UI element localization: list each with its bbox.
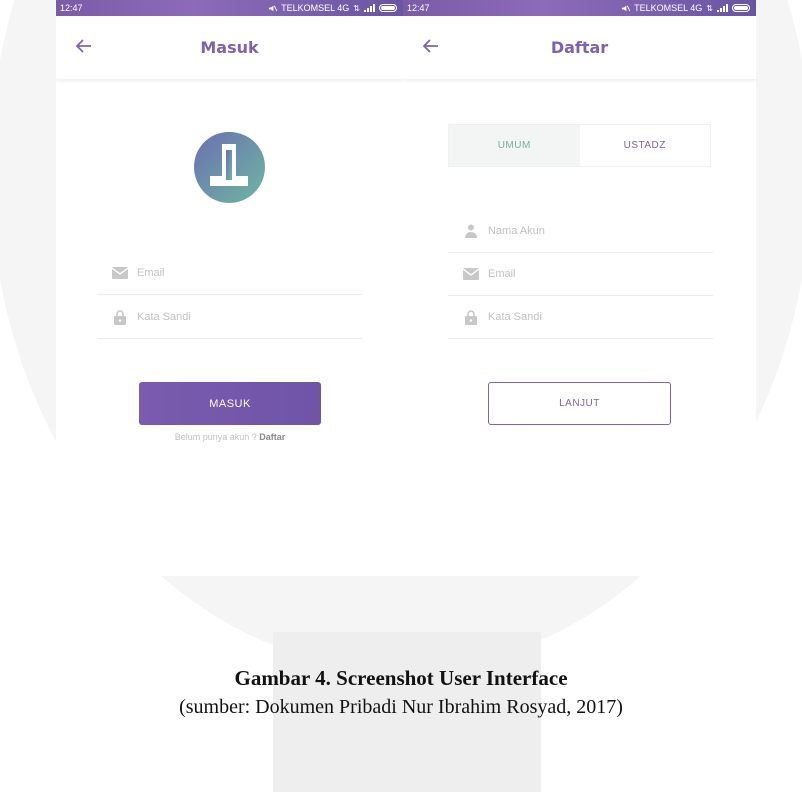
battery-icon — [732, 4, 750, 12]
figure-caption-source: (sumber: Dokumen Pribadi Nur Ibrahim Ros… — [179, 696, 623, 718]
app-bar: Masuk — [56, 16, 403, 79]
page-title: Daftar — [550, 38, 609, 57]
lock-icon — [460, 309, 482, 325]
back-arrow-icon[interactable] — [421, 36, 441, 56]
carrier-label: TELKOMSEL 4G — [281, 3, 350, 13]
signal-icon — [717, 4, 728, 12]
register-link[interactable]: Daftar — [259, 432, 285, 442]
signal-icon — [364, 4, 375, 12]
email-input[interactable] — [137, 267, 337, 279]
status-bar: 12:47 TELKOMSEL 4G ⇅ — [56, 0, 403, 16]
status-bar: 12:47 TELKOMSEL 4G ⇅ — [403, 0, 756, 16]
carrier-label: TELKOMSEL 4G — [634, 3, 703, 13]
data-arrows-icon: ⇅ — [706, 3, 713, 13]
register-prompt: Belum punya akun ? — [174, 432, 257, 442]
password-input[interactable] — [137, 311, 337, 323]
login-screen: 12:47 TELKOMSEL 4G ⇅ Masuk Email MASUK B… — [56, 0, 403, 576]
envelope-icon — [109, 267, 131, 279]
back-arrow-icon[interactable] — [74, 36, 94, 56]
email-input[interactable] — [488, 268, 688, 280]
register-screen: 12:47 TELKOMSEL 4G ⇅ Daftar UMUM USTADZ — [403, 0, 756, 576]
tab-umum[interactable]: UMUM — [449, 125, 580, 166]
user-icon — [460, 224, 482, 238]
app-logo — [194, 132, 265, 203]
figure-caption-title: Gambar 4. Screenshot User Interface — [234, 666, 568, 690]
data-arrows-icon: ⇅ — [353, 3, 360, 13]
envelope-icon — [460, 268, 482, 280]
login-button[interactable]: MASUK — [139, 382, 321, 425]
email-field[interactable] — [448, 253, 713, 296]
app-bar: Daftar — [403, 16, 756, 79]
register-hint: Belum punya akun ? Daftar — [139, 432, 321, 442]
lock-icon — [109, 309, 131, 325]
mute-icon — [621, 5, 631, 11]
account-type-tabs: UMUM USTADZ — [448, 124, 711, 167]
account-name-input[interactable] — [488, 225, 688, 237]
status-time: 12:47 — [60, 3, 83, 13]
next-button[interactable]: LANJUT — [488, 382, 671, 425]
password-field[interactable] — [97, 296, 362, 339]
password-field[interactable] — [448, 296, 713, 339]
page-title: Masuk — [200, 38, 259, 57]
email-field[interactable] — [97, 252, 362, 295]
password-input[interactable] — [488, 311, 688, 323]
account-name-field[interactable] — [448, 210, 713, 253]
status-time: 12:47 — [407, 3, 430, 13]
mute-icon — [268, 5, 278, 11]
battery-icon — [379, 4, 397, 12]
tab-ustadz[interactable]: USTADZ — [579, 125, 710, 166]
